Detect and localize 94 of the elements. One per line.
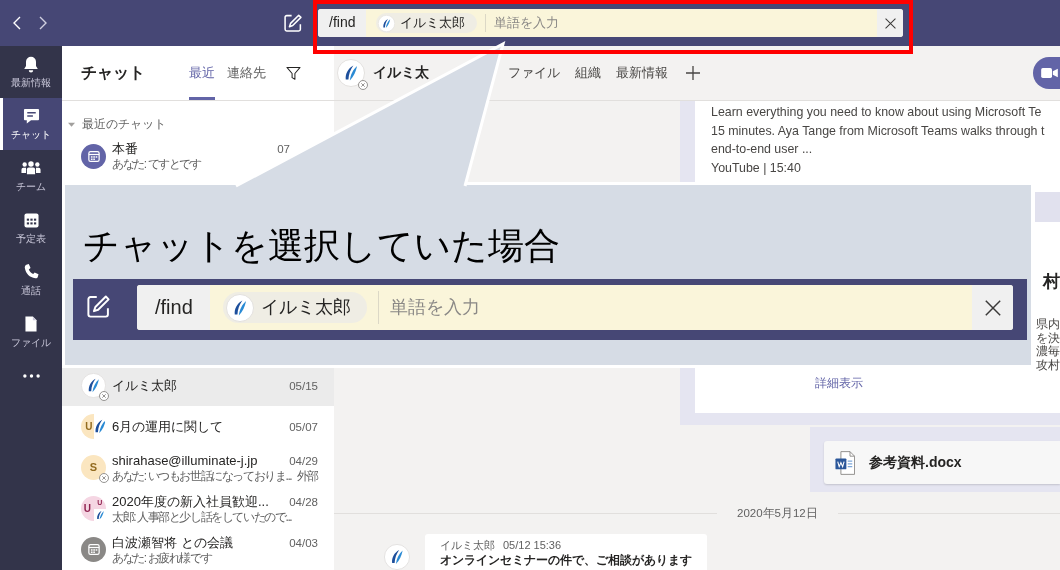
preview-text: 県内	[1036, 318, 1060, 332]
word-document-icon	[835, 450, 855, 475]
avatar-initial: U	[81, 496, 94, 521]
more-button[interactable]	[22, 374, 40, 378]
message-text: オンラインセミナーの件で、ご相談があります	[440, 553, 692, 568]
chat-tab[interactable]: 最新情報	[616, 64, 668, 82]
add-tab-button[interactable]	[686, 66, 700, 80]
app-bar-item[interactable]: チーム	[0, 150, 62, 202]
swoosh-logo-icon	[378, 14, 396, 32]
chat-item[interactable]: U 6月の運用に関して 05/07	[62, 406, 334, 447]
file-card[interactable]: 参考資料.docx	[824, 441, 1060, 484]
chat-date: 04/29	[289, 453, 318, 469]
preview-description: 15 minutes. Aya Tange from Microsoft Teams walks through t	[711, 122, 1046, 140]
chat-date: 05/07	[289, 419, 318, 435]
chevron-right-icon	[39, 16, 47, 30]
initial-avatar: S	[81, 455, 106, 480]
preview-text: を決	[1036, 331, 1060, 345]
swoosh-logo-icon	[81, 373, 106, 398]
person-chip[interactable]: イルミ太郎	[376, 13, 478, 33]
chat-preview: 太郎: 人事部と少し話をしていたので...	[112, 509, 292, 524]
chat-date: 04/28	[289, 494, 318, 510]
chat-title: イルミ太	[373, 64, 429, 82]
chat-name: 白波瀬智将 との会議	[112, 534, 233, 551]
chat-name: shirahase@illuminate-j.jp	[112, 452, 258, 469]
app-bar-item[interactable]: 最新情報	[0, 46, 62, 98]
callout-title: チャットを選択していた場合	[82, 224, 561, 268]
external-label: 外部	[296, 468, 318, 483]
chat-date: 07	[277, 142, 290, 157]
chat-date: 05/15	[289, 378, 318, 394]
chat-name: 6月の運用に関して	[112, 418, 224, 435]
list-tab[interactable]: 連絡先	[227, 46, 266, 100]
file-name: 参考資料.docx	[869, 453, 962, 472]
chat-name: 本番	[112, 141, 138, 157]
avatar-initial: U	[81, 414, 94, 439]
date-divider-label: 2020年5月12日	[736, 505, 819, 521]
chat-preview: あなた: てすとです	[112, 157, 201, 171]
chat-item[interactable]: S shirahase@illuminate-j.jp 04/29 あなた: いつもお世話になっておりま... 外部	[62, 447, 334, 488]
chat-name: イルミ太郎	[112, 377, 177, 394]
swoosh-logo-icon	[384, 544, 410, 570]
filter-icon	[286, 65, 301, 81]
command-label: /find	[318, 9, 367, 37]
phone-icon	[23, 264, 39, 280]
preview-text: 濃毎	[1036, 345, 1060, 359]
chat-bubble-icon	[22, 108, 40, 124]
show-more-link[interactable]: 詳細表示	[815, 376, 863, 391]
preview-text: 攻村	[1036, 358, 1060, 372]
plus-icon	[686, 66, 700, 80]
search-field[interactable]: /find イルミ太郎 単語を入力	[318, 9, 903, 37]
calendar-icon	[87, 150, 100, 162]
preview-title: 村	[1043, 272, 1060, 292]
chat-tab[interactable]: 組織	[575, 64, 601, 82]
app-bar-item[interactable]: 予定表	[0, 202, 62, 254]
message-time: 05/12 15:36	[503, 538, 562, 552]
swoosh-logo-icon	[226, 293, 254, 322]
person-chip[interactable]: イルミ太郎	[223, 291, 368, 324]
preview-description: end-to-end user ...	[711, 141, 814, 158]
forward-button[interactable]	[39, 16, 47, 30]
chat-preview: あなた: いつもお世話になっておりま...	[112, 468, 292, 483]
swoosh-logo-icon	[337, 59, 365, 87]
new-chat-button[interactable]	[284, 14, 302, 32]
section-toggle[interactable]: 最近のチャット	[68, 115, 166, 133]
clear-button[interactable]	[877, 9, 903, 37]
search-field[interactable]: /find イルミ太郎 単語を入力	[137, 285, 1013, 330]
file-icon	[25, 316, 37, 332]
close-icon	[884, 17, 896, 29]
chat-preview: あなた: お疲れ様です	[112, 550, 212, 565]
chat-item[interactable]: 白波瀬智将 との会議 04/03 あなた: お疲れ様です	[62, 529, 334, 570]
chat-item[interactable]: イルミ太郎 05/15	[62, 365, 334, 406]
calendar-icon	[87, 544, 100, 555]
preview-source: YouTube | 15:40	[711, 159, 802, 177]
app-bar-item[interactable]: 通話	[0, 254, 62, 306]
video-camera-icon	[1041, 68, 1058, 78]
pencil-square-icon	[87, 295, 110, 318]
back-button[interactable]	[13, 16, 21, 30]
list-tab[interactable]: 最近	[189, 46, 215, 100]
calendar-icon	[23, 212, 39, 228]
video-call-button[interactable]	[1033, 57, 1060, 89]
app-bar-item[interactable]: ファイル	[0, 306, 62, 358]
message-author: イルミ太郎	[440, 538, 495, 552]
more-icon	[22, 374, 40, 378]
bell-icon	[23, 55, 39, 73]
close-icon	[984, 299, 1001, 316]
panel-title: チャット	[81, 63, 145, 83]
chevron-left-icon	[13, 16, 21, 30]
filter-button[interactable]	[286, 65, 301, 81]
chat-tab[interactable]: ファイル	[508, 64, 560, 82]
chat-name: 2020年度の新入社員歓迎...	[112, 493, 269, 510]
people-icon	[21, 161, 41, 175]
new-chat-button[interactable]	[87, 295, 110, 318]
chat-date: 04/03	[289, 535, 318, 551]
command-label: /find	[137, 285, 210, 330]
pencil-square-icon	[284, 14, 302, 32]
app-bar-item[interactable]: チャット	[0, 98, 62, 150]
preview-description: Learn everything you need to know about using Microsoft Te	[711, 104, 1043, 121]
